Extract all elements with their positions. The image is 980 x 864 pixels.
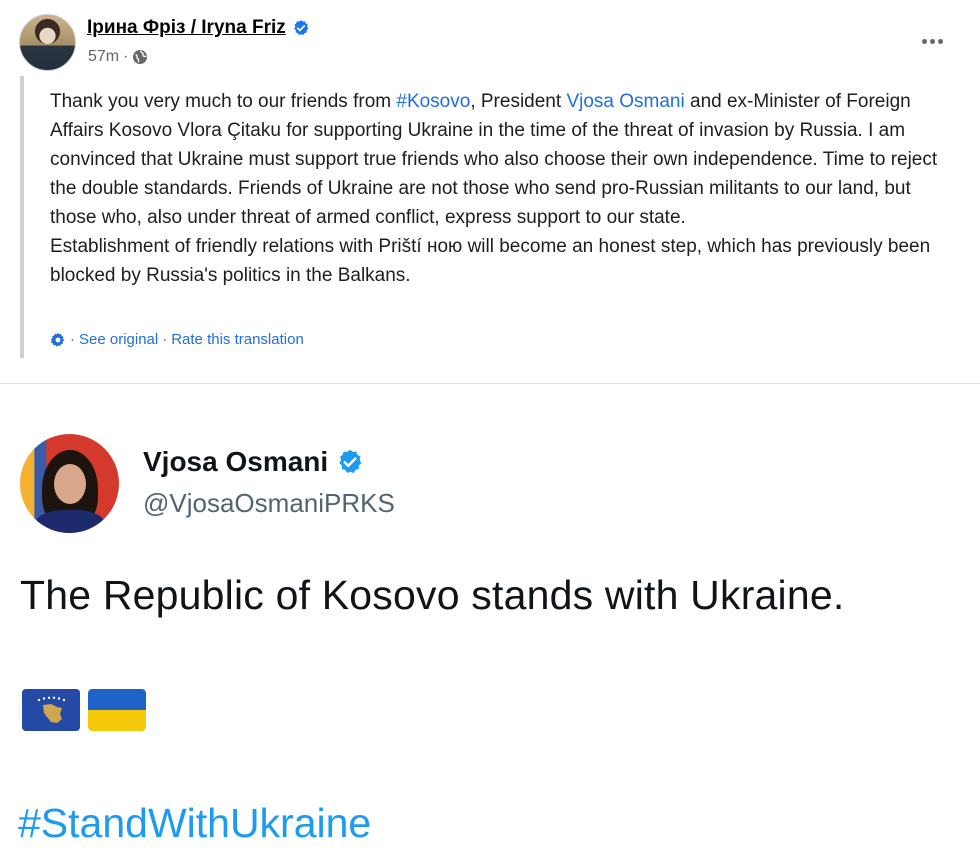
tweet-author-avatar — [20, 434, 119, 533]
tweet-author-name: Vjosa Osmani — [143, 446, 329, 477]
separator-dot: · — [162, 331, 168, 348]
gear-icon[interactable] — [50, 332, 66, 348]
separator-dot: · — [70, 331, 75, 348]
kosovo-flag-icon — [22, 689, 80, 731]
facebook-post: Ірина Фріз / Iryna Friz 57m · Thank you … — [0, 0, 980, 384]
translated-post-block: Thank you very much to our friends from … — [20, 76, 960, 358]
tweet-author-handle: @VjosaOsmaniPRKS — [143, 488, 395, 518]
post-body: Thank you very much to our friends from … — [50, 87, 962, 290]
hashtag-standwithukraine-link[interactable]: #StandWithUkraine — [18, 800, 371, 847]
post-timestamp[interactable]: 57m — [88, 48, 119, 66]
more-options-button[interactable] — [917, 31, 947, 51]
author-row: Ірина Фріз / Iryna Friz — [87, 17, 310, 39]
author-name-link[interactable]: Ірина Фріз / Iryna Friz — [87, 17, 286, 39]
author-avatar[interactable] — [19, 14, 76, 71]
post-text: , President — [470, 91, 567, 112]
verified-badge-icon — [339, 449, 362, 473]
post-text: Establishment of friendly relations with… — [50, 236, 931, 286]
see-original-link[interactable]: See original — [79, 331, 158, 348]
post-meta: 57m · — [88, 48, 148, 66]
verified-badge-icon — [293, 20, 309, 36]
emoji-flags — [22, 689, 146, 731]
tweet-author-row: Vjosa Osmani — [143, 446, 364, 478]
post-text: Thank you very much to our friends from — [50, 91, 397, 112]
translation-bar: · See original · Rate this translation — [50, 331, 304, 348]
hashtag-kosovo-link[interactable]: #Kosovo — [396, 91, 470, 112]
ukraine-flag-icon — [88, 689, 146, 731]
more-options-icon — [921, 38, 927, 44]
divider — [0, 383, 980, 384]
globe-icon — [133, 50, 148, 64]
vjosa-osmani-link[interactable]: Vjosa Osmani — [566, 91, 684, 112]
tweet-text: The Republic of Kosovo stands with Ukrai… — [20, 572, 845, 618]
rate-translation-link[interactable]: Rate this translation — [171, 331, 304, 348]
